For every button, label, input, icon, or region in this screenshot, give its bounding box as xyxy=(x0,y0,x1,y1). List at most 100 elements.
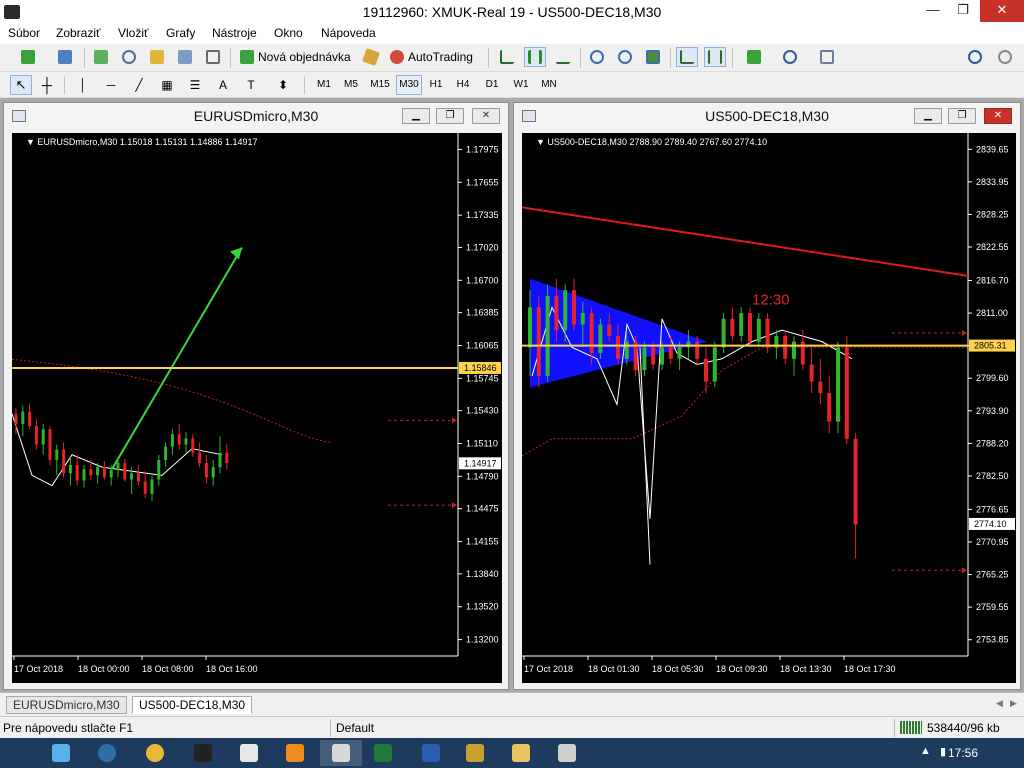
zoom-out-button[interactable] xyxy=(614,47,636,67)
taskbar-app[interactable] xyxy=(362,740,404,766)
vertical-line-tool[interactable]: │ xyxy=(72,75,94,95)
tab-eurusd[interactable]: EURUSDmicro,M30 xyxy=(6,696,127,714)
tab-scroll-right-icon[interactable]: ▶ xyxy=(1010,698,1017,709)
candle-body xyxy=(55,449,59,460)
timeframe-m5[interactable]: M5 xyxy=(339,75,363,95)
data-window-button[interactable] xyxy=(118,47,140,67)
time-tick-label: 18 Oct 17:30 xyxy=(844,664,896,674)
channel-tool[interactable]: ▦ xyxy=(156,75,178,95)
candle-body xyxy=(844,347,849,439)
tray-arrow-icon[interactable]: ▲ xyxy=(920,745,931,757)
metaeditor-button[interactable] xyxy=(360,47,382,67)
candlestick-button[interactable] xyxy=(524,47,546,67)
horizontal-line-tool[interactable]: ─ xyxy=(100,75,122,95)
candle-body xyxy=(616,335,620,359)
candle-body xyxy=(528,307,532,348)
chart-window-eurusd[interactable]: EURUSDmicro,M30 ▁ ❐ ✕ ▼ EURUSDmicro,M30 … xyxy=(3,102,509,690)
chart-minimize-button[interactable]: ▁ xyxy=(402,108,430,124)
tester-button[interactable] xyxy=(202,47,224,67)
chart-shift-button[interactable] xyxy=(704,47,726,67)
bar-chart-button[interactable] xyxy=(496,47,518,67)
navigator-button[interactable] xyxy=(146,47,168,67)
menu-help[interactable]: Nápoveda xyxy=(321,26,376,40)
market-watch-button[interactable] xyxy=(90,47,112,67)
chart-window-titlebar[interactable]: US500-DEC18,M30 ▁ ❐ ✕ xyxy=(514,103,1020,129)
new-order-button[interactable]: Nová objednávka xyxy=(236,47,354,67)
close-button[interactable]: ✕ xyxy=(980,0,1024,22)
start-button[interactable] xyxy=(40,740,82,766)
line-chart-button[interactable] xyxy=(552,47,574,67)
taskbar-app[interactable] xyxy=(410,740,452,766)
minimize-button[interactable]: — xyxy=(918,0,948,22)
label-tool[interactable]: T xyxy=(240,75,262,95)
tile-windows-button[interactable] xyxy=(642,47,664,67)
chart-window-us500[interactable]: US500-DEC18,M30 ▁ ❐ ✕ ▼ US500-DEC18,M30 … xyxy=(513,102,1021,690)
timeframe-m30[interactable]: M30 xyxy=(396,75,422,95)
tab-scroll-left-icon[interactable]: ◀ xyxy=(996,698,1003,709)
chart-window-titlebar[interactable]: EURUSDmicro,M30 ▁ ❐ ✕ xyxy=(4,103,508,129)
chart-close-button[interactable]: ✕ xyxy=(472,108,500,124)
chart-minimize-button[interactable]: ▁ xyxy=(914,108,942,124)
autotrading-button[interactable]: AutoTrading xyxy=(386,47,482,67)
candle-body xyxy=(739,313,744,336)
candle-body xyxy=(116,463,120,471)
trendline-tool[interactable]: ╱ xyxy=(128,75,150,95)
chart-restore-button[interactable]: ❐ xyxy=(436,108,464,124)
candle-body xyxy=(211,467,215,478)
timeframe-mn[interactable]: MN xyxy=(536,75,562,95)
search-button[interactable] xyxy=(964,47,986,67)
menu-charts[interactable]: Grafy xyxy=(166,26,195,40)
timeframe-h4[interactable]: H4 xyxy=(451,75,475,95)
taskbar-app-metatrader[interactable] xyxy=(320,740,362,766)
candle-body xyxy=(164,446,168,460)
chart-eurusd[interactable]: ▼ EURUSDmicro,M30 1.15018 1.15131 1.1488… xyxy=(12,133,502,683)
taskbar-app[interactable] xyxy=(182,740,224,766)
zoom-in-button[interactable] xyxy=(586,47,608,67)
new-chart-button[interactable] xyxy=(8,47,48,67)
timeframe-h1[interactable]: H1 xyxy=(425,75,447,95)
network-icon[interactable]: ▮ xyxy=(940,745,946,758)
timeframe-m1[interactable]: M1 xyxy=(312,75,336,95)
candle-body xyxy=(48,429,52,460)
price-tick-label: 2759.55 xyxy=(976,602,1009,612)
taskbar-app[interactable] xyxy=(86,740,128,766)
candle-body xyxy=(14,413,18,425)
maximize-button[interactable]: ❐ xyxy=(948,0,978,22)
periods-button[interactable] xyxy=(774,47,806,67)
menu-insert[interactable]: Vložiť xyxy=(118,26,149,40)
timeframe-d1[interactable]: D1 xyxy=(480,75,504,95)
taskbar-app[interactable] xyxy=(134,740,176,766)
terminal-button[interactable] xyxy=(174,47,196,67)
chart-close-button[interactable]: ✕ xyxy=(984,108,1012,124)
toolbar-separator xyxy=(230,48,231,68)
menu-tools[interactable]: Nástroje xyxy=(212,26,257,40)
price-tick-label: 2753.85 xyxy=(976,635,1009,645)
menu-file[interactable]: Súbor xyxy=(8,26,40,40)
tab-us500[interactable]: US500-DEC18,M30 xyxy=(132,696,253,714)
crosshair-tool[interactable]: ┼ xyxy=(36,75,58,95)
profiles-button[interactable] xyxy=(50,47,80,67)
menu-view[interactable]: Zobraziť xyxy=(56,26,101,40)
candle-body xyxy=(143,481,147,494)
taskbar-app[interactable] xyxy=(454,740,496,766)
candle-body xyxy=(21,411,25,425)
chart-restore-button[interactable]: ❐ xyxy=(948,108,976,124)
templates-button[interactable] xyxy=(810,47,844,67)
candle-body xyxy=(184,438,188,445)
taskbar-app[interactable] xyxy=(228,740,270,766)
arrows-tool[interactable]: ⬍ xyxy=(268,75,298,95)
taskbar-app[interactable] xyxy=(274,740,316,766)
text-tool[interactable]: A xyxy=(212,75,234,95)
menu-window[interactable]: Okno xyxy=(274,26,303,40)
fibonacci-tool[interactable]: ☰ xyxy=(184,75,206,95)
indicators-button[interactable] xyxy=(738,47,770,67)
candle-body xyxy=(75,465,79,481)
auto-scroll-button[interactable] xyxy=(676,47,698,67)
chat-button[interactable] xyxy=(992,47,1018,67)
taskbar-app[interactable] xyxy=(500,740,542,766)
cursor-tool[interactable]: ↖ xyxy=(10,75,32,95)
timeframe-m15[interactable]: M15 xyxy=(366,75,394,95)
chart-us500[interactable]: ▼ US500-DEC18,M30 2788.90 2789.40 2767.6… xyxy=(522,133,1016,683)
taskbar-app[interactable] xyxy=(546,740,588,766)
timeframe-w1[interactable]: W1 xyxy=(509,75,533,95)
